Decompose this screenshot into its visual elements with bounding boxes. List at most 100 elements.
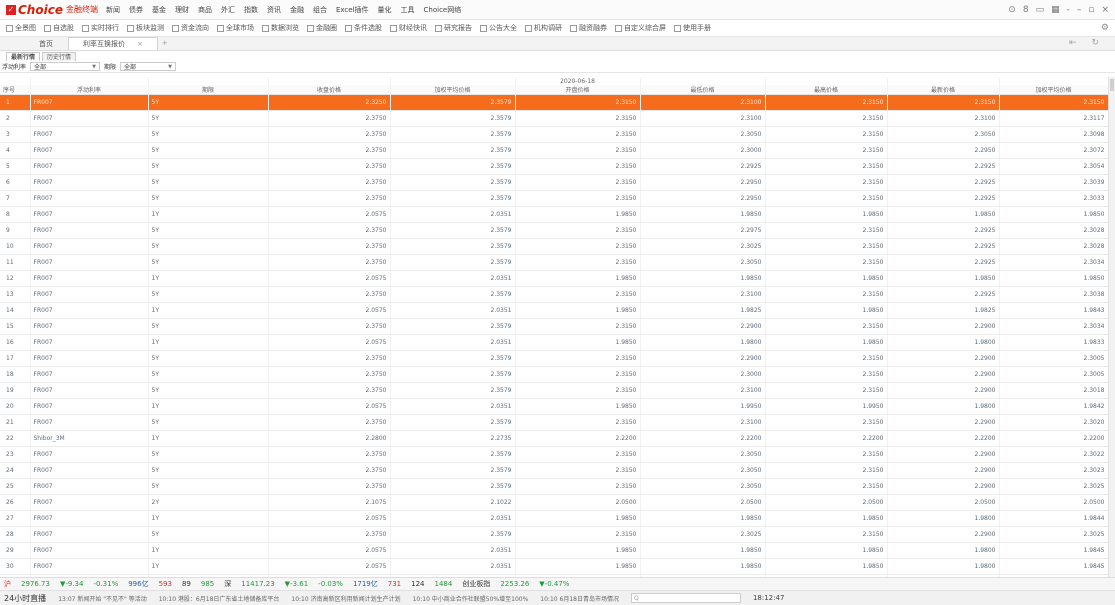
toolbar-item[interactable]: 数据浏览	[262, 23, 299, 33]
table-row[interactable]: 13 FR007 5Y 2.3750 2.3579 2.3150 2.3100 2.3150 2…	[0, 286, 1108, 303]
column-header[interactable]: 序号	[0, 85, 31, 95]
toolbar-item[interactable]: 全景图	[6, 23, 36, 33]
toolbar-item[interactable]: 研究报告	[435, 23, 472, 33]
table-cell: 2.3098	[999, 126, 1108, 143]
table-row[interactable]: 23 FR007 5Y 2.3750 2.3579 2.3150 2.3050 2.3150 2…	[0, 446, 1108, 463]
table-row[interactable]: 20 FR007 1Y 2.0575 2.0351 1.9850 1.9950 1.9950 1…	[0, 398, 1108, 415]
table-row[interactable]: 2 FR007 5Y 2.3750 2.3579 2.3150 2.3100 2.3150 2.…	[0, 110, 1108, 127]
table-row[interactable]: 26 FR007 2Y 2.1075 2.1022 2.0500 2.0500 2.0500 2…	[0, 494, 1108, 511]
menu-item[interactable]: 新闻	[106, 5, 120, 15]
subtab-history-quotes[interactable]: 历史行情	[42, 52, 77, 61]
toolbar-item[interactable]: 实时排行	[82, 23, 119, 33]
column-header[interactable]: 最新价格	[887, 85, 1000, 95]
search-input[interactable]: Q	[630, 593, 741, 603]
table-row[interactable]: 16 FR007 1Y 2.0575 2.0351 1.9850 1.9800 1.9850 1…	[0, 334, 1108, 351]
menu-item[interactable]: 基金	[152, 5, 166, 15]
vertical-scrollbar[interactable]	[1108, 77, 1115, 577]
table-row[interactable]: 18 FR007 5Y 2.3750 2.3579 2.3150 2.3000 2.3150 2…	[0, 366, 1108, 383]
toolbar-item[interactable]: 机构调研	[525, 23, 562, 33]
clock-icon[interactable]: ⊙	[1008, 5, 1016, 15]
table-row[interactable]: 27 FR007 1Y 2.0575 2.0351 1.9850 1.9850 1.9850 1…	[0, 510, 1108, 527]
menu-item[interactable]: 工具	[401, 5, 415, 15]
tab-home[interactable]: 首页	[24, 37, 68, 50]
table-row[interactable]: 24 FR007 5Y 2.3750 2.3579 2.3150 2.3050 2.3150 2…	[0, 462, 1108, 479]
rate-filter-select[interactable]: 全部 ▼	[30, 62, 101, 71]
news-item[interactable]: 13:07 新闻开始 "不见不" 等活动	[58, 594, 147, 603]
news-item[interactable]: 10:10 中小商业合作社联盟50%增至100%	[413, 594, 529, 603]
table-row[interactable]: 17 FR007 5Y 2.3750 2.3579 2.3150 2.2900 2.3150 2…	[0, 350, 1108, 367]
settings-icon[interactable]: ⚙	[1101, 23, 1109, 33]
menu-item[interactable]: 商品	[198, 5, 212, 15]
menu-item[interactable]: 组合	[313, 5, 327, 15]
menu-item[interactable]: 理财	[175, 5, 189, 15]
table-row[interactable]: 25 FR007 5Y 2.3750 2.3579 2.3150 2.3050 2.3150 2…	[0, 478, 1108, 495]
column-header[interactable]: 加权平均价格	[999, 85, 1108, 95]
table-row[interactable]: 4 FR007 5Y 2.3750 2.3579 2.3150 2.3000 2.3150 2.…	[0, 142, 1108, 159]
toolbar-item[interactable]: 资金流向	[172, 23, 209, 33]
table-row[interactable]: 9 FR007 5Y 2.3750 2.3579 2.3150 2.2975 2.3150 2.…	[0, 222, 1108, 239]
table-row[interactable]: 22 Shibor_3M 1Y 2.2800 2.2735 2.2200 2.2200 2.2…	[0, 430, 1108, 447]
toolbar-item[interactable]: 自定义综合屏	[615, 23, 666, 33]
column-header[interactable]: 收盘价格	[268, 85, 391, 95]
news-item[interactable]: 10:10 济南高新区利用新闻计划生产计划	[291, 594, 400, 603]
toolbar-item[interactable]: 金融圈	[307, 23, 337, 33]
news-item[interactable]: 10:10 港股：6月18日广东省土地储备库平台	[159, 594, 280, 603]
menu-item[interactable]: 量化	[378, 5, 392, 15]
toolbar-item[interactable]: 条件选股	[345, 23, 382, 33]
close-tab-icon[interactable]: ×	[137, 38, 143, 50]
close-icon[interactable]: ×	[1101, 5, 1109, 15]
column-header[interactable]: 开盘价格	[515, 85, 641, 95]
toolbar-item[interactable]: 全球市场	[217, 23, 254, 33]
table-row[interactable]: 11 FR007 5Y 2.3750 2.3579 2.3150 2.3050 2.3150 2…	[0, 254, 1108, 271]
toolbar-item[interactable]: 公告大全	[480, 23, 517, 33]
table-row[interactable]: 7 FR007 5Y 2.3750 2.3579 2.3150 2.2950 2.3150 2.…	[0, 190, 1108, 207]
table-row[interactable]: 29 FR007 1Y 2.0575 2.0351 1.9850 1.9850 1.9850 1…	[0, 542, 1108, 559]
menu-item[interactable]: Excel插件	[336, 5, 369, 15]
mail-icon[interactable]: ▭	[1036, 5, 1045, 15]
menu-item[interactable]: 债券	[129, 5, 143, 15]
table-row[interactable]: 8 FR007 1Y 2.0575 2.0351 1.9850 1.9850 1.9850 1.…	[0, 206, 1108, 223]
minimize-icon[interactable]: –	[1077, 5, 1082, 15]
toolbar-item[interactable]: 财经快讯	[390, 23, 427, 33]
table-row[interactable]: 15 FR007 5Y 2.3750 2.3579 2.3150 2.2900 2.3150 2…	[0, 318, 1108, 335]
column-header[interactable]: 浮动利率	[30, 85, 149, 95]
tab-irs-quotes[interactable]: 利率互换报价 ×	[68, 37, 158, 50]
menu-item[interactable]: 外汇	[221, 5, 235, 15]
table-row[interactable]: 5 FR007 5Y 2.3750 2.3579 2.3150 2.2925 2.3150 2.…	[0, 158, 1108, 175]
menu-item[interactable]: 资讯	[267, 5, 281, 15]
column-header[interactable]: 加权平均价格	[390, 85, 516, 95]
navigation-icons[interactable]: ⇤ ↻	[1069, 38, 1105, 48]
table-row[interactable]: 3 FR007 5Y 2.3750 2.3579 2.3150 2.3050 2.3150 2.…	[0, 126, 1108, 143]
table-row[interactable]: 12 FR007 1Y 2.0575 2.0351 1.9850 1.9850 1.9850 1…	[0, 270, 1108, 287]
table-row[interactable]: 14 FR007 1Y 2.0575 2.0351 1.9850 1.9825 1.9850 1…	[0, 302, 1108, 319]
toolbar-item[interactable]: 融资融券	[570, 23, 607, 33]
table-cell: 2.2900	[887, 366, 1000, 383]
irs-quotes-table[interactable]: 2020-06-18 序号 浮动利率 期限 收盘价格 加权平均价格 开盘价格 最低价格 最高价…	[0, 77, 1108, 577]
term-filter-select[interactable]: 全部 ▼	[120, 62, 177, 71]
menu-item[interactable]: 金融	[290, 5, 304, 15]
table-row[interactable]: 6 FR007 5Y 2.3750 2.3579 2.3150 2.2950 2.3150 2.…	[0, 174, 1108, 191]
news-item[interactable]: 10:10 6月18日青岛市场情况	[540, 594, 619, 603]
menu-item[interactable]: 指数	[244, 5, 258, 15]
menu-dash-icon[interactable]: -	[1067, 5, 1070, 15]
column-header[interactable]: 期限	[148, 85, 269, 95]
table-row[interactable]: 21 FR007 5Y 2.3750 2.3579 2.3150 2.3100 2.3150 2…	[0, 414, 1108, 431]
table-row[interactable]: 1 FR007 5Y 2.3250 2.3579 2.3150 2.3100 2.3150 2.…	[0, 94, 1108, 111]
user-icon[interactable]: 8	[1023, 5, 1029, 15]
table-row[interactable]: 19 FR007 5Y 2.3750 2.3579 2.3150 2.3100 2.3150 2…	[0, 382, 1108, 399]
maximize-icon[interactable]: ▫	[1088, 5, 1094, 15]
table-row[interactable]: 28 FR007 5Y 2.3750 2.3579 2.3150 2.3025 2.3150 2…	[0, 526, 1108, 543]
add-tab-icon[interactable]: +	[158, 37, 172, 50]
subtab-latest-quotes[interactable]: 最新行情	[6, 52, 41, 61]
scroll-thumb[interactable]	[1110, 79, 1114, 91]
table-row[interactable]: 10 FR007 5Y 2.3750 2.3579 2.3150 2.3025 2.3150 2…	[0, 238, 1108, 255]
menu-item[interactable]: Choice网络	[424, 5, 462, 15]
column-header[interactable]: 最高价格	[765, 85, 888, 95]
column-header[interactable]: 最低价格	[640, 85, 766, 95]
toolbar-item[interactable]: 使用手册	[674, 23, 711, 33]
toolbar-item[interactable]: 板块监测	[127, 23, 164, 33]
live-news-link[interactable]: 24小时直播	[4, 593, 46, 604]
grid-icon[interactable]: ▦	[1051, 5, 1060, 15]
table-row[interactable]: 30 FR007 1Y 2.0575 2.0351 1.9850 1.9850 1.9850 1…	[0, 558, 1108, 575]
toolbar-item[interactable]: 自选股	[44, 23, 74, 33]
